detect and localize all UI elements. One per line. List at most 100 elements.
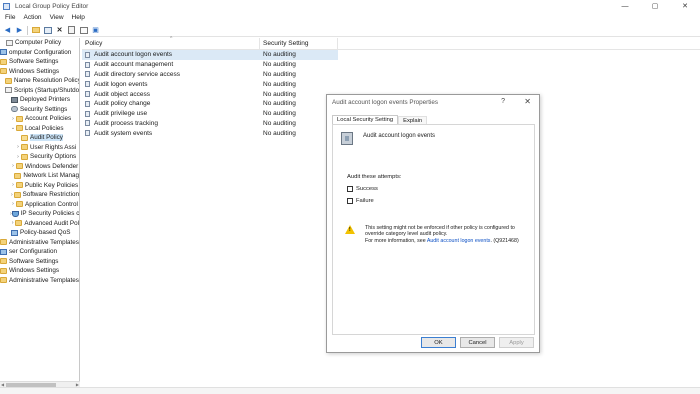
tree-item-label: Public Key Policies [25, 181, 79, 189]
tree-item[interactable]: Policy-based QoS [0, 228, 79, 238]
tree-item[interactable]: Name Resolution Policy [0, 76, 79, 86]
folder-icon [5, 77, 12, 84]
success-checkbox-row[interactable]: Success [347, 186, 378, 192]
properties-icon[interactable] [67, 26, 76, 35]
failure-checkbox-row[interactable]: Failure [347, 198, 374, 204]
column-header-security-setting[interactable]: Security Setting [260, 37, 338, 50]
policy-icon [85, 110, 90, 117]
folder-icon [15, 220, 23, 227]
folder-icon [21, 144, 28, 151]
show-hide-tree-icon[interactable] [43, 26, 52, 35]
up-folder-icon[interactable] [31, 26, 40, 35]
tree-item-label: Software Restriction [22, 191, 79, 199]
tree-item[interactable]: ser Configuration [0, 247, 79, 257]
folder-icon [0, 68, 7, 75]
tree-item[interactable]: › User Rights Assi [0, 143, 79, 153]
dialog-close-button[interactable]: ✕ [524, 97, 531, 106]
cancel-button[interactable]: Cancel [460, 337, 495, 348]
tree-item[interactable]: › Account Policies [0, 114, 79, 124]
properties-dialog: Audit account logon events Properties ? … [326, 94, 540, 353]
back-arrow-icon[interactable]: ◀ [3, 26, 12, 35]
tree-item[interactable]: Software Settings [0, 257, 79, 267]
menu-action[interactable]: Action [23, 14, 41, 21]
tree-item-label: Policy-based QoS [20, 229, 71, 237]
tree-item-label: Application Control [25, 200, 78, 208]
doc-icon [5, 87, 12, 94]
policy-icon [85, 120, 90, 127]
tree-item[interactable]: Windows Settings [0, 67, 79, 77]
printer-icon [11, 96, 18, 103]
policy-name-cell: Audit policy change [94, 100, 151, 108]
folder-icon [16, 201, 23, 208]
folder-icon [0, 267, 7, 274]
folder-icon [21, 153, 28, 160]
tree-item[interactable]: Windows Settings [0, 266, 79, 276]
gpedit-app-icon [3, 2, 10, 10]
security-setting-cell: No auditing [263, 51, 296, 59]
close-button[interactable]: ✕ [670, 0, 700, 12]
policy-row[interactable]: Audit logon events No auditing [82, 79, 700, 89]
tree-item[interactable]: › Advanced Audit Pol [0, 219, 79, 229]
tree-item[interactable]: › Windows Defender [0, 162, 79, 172]
tree-item[interactable]: Administrative Templates [0, 276, 79, 286]
folder-icon [16, 163, 23, 170]
success-checkbox[interactable] [347, 186, 353, 192]
ok-button[interactable]: OK [421, 337, 456, 348]
tree-item-label: User Rights Assi [30, 143, 77, 151]
failure-checkbox[interactable] [347, 198, 353, 204]
console-tree: Computer Policy omputer Configuration Soft… [0, 38, 80, 381]
maximize-button[interactable]: ▢ [640, 0, 670, 12]
export-list-icon[interactable] [79, 26, 88, 35]
tree-item-label: Audit Policy [30, 134, 63, 142]
help-icon[interactable]: ▣ [91, 26, 100, 35]
column-header-policy[interactable]: Policy ^ [82, 36, 260, 50]
list-header: Policy ^ Security Setting [82, 36, 700, 50]
dialog-help-button[interactable]: ? [501, 98, 505, 105]
policy-row[interactable]: Audit account management No auditing [82, 60, 700, 70]
forward-arrow-icon[interactable]: ▶ [15, 26, 24, 35]
tree-item[interactable]: › Application Control [0, 200, 79, 210]
tree-item-label: IP Security Policies c [20, 210, 80, 218]
tree-item-label: Software Settings [9, 257, 59, 265]
warning-icon: ! [345, 225, 355, 234]
folder-icon [16, 115, 23, 122]
pc-icon [0, 248, 7, 255]
menu-help[interactable]: Help [72, 14, 85, 21]
title-bar: Local Group Policy Editor — ▢ ✕ [0, 0, 700, 12]
menu-file[interactable]: File [5, 14, 15, 21]
security-setting-cell: No auditing [263, 70, 296, 78]
policy-icon [85, 51, 90, 58]
policy-row[interactable]: Audit account logon events No auditing [82, 50, 338, 60]
tree-item[interactable]: › Public Key Policies [0, 181, 79, 191]
tab-local-security-setting[interactable]: Local Security Setting [332, 115, 399, 124]
tree-item[interactable]: Network List Manag [0, 171, 79, 181]
tree-item-label: Software Settings [9, 58, 59, 66]
tree-item[interactable]: › IP Security Policies c [0, 209, 79, 219]
policy-row[interactable]: Audit directory service access No auditin… [82, 70, 700, 80]
policy-name-cell: Audit logon events [94, 80, 148, 88]
menu-view[interactable]: View [50, 14, 64, 21]
tree-item[interactable]: Computer Policy [0, 38, 79, 48]
apply-button[interactable]: Apply [499, 337, 534, 348]
tree-item-label: Windows Settings [9, 67, 60, 75]
tree-item[interactable]: omputer Configuration [0, 48, 79, 58]
policy-name-cell: Audit account logon events [94, 51, 173, 59]
folder-icon [0, 277, 7, 284]
delete-icon[interactable]: ✕ [55, 26, 64, 35]
tree-item[interactable]: Software Settings [0, 57, 79, 67]
tree-item[interactable]: ⌄ Local Policies [0, 124, 79, 134]
tree-item-label: Windows Settings [9, 267, 60, 275]
policy-name-cell: Audit privilege use [94, 110, 148, 118]
tree-item[interactable]: Scripts (Startup/Shutdo [0, 86, 79, 96]
pc-icon [11, 229, 18, 236]
tree-item[interactable]: Deployed Printers [0, 95, 79, 105]
tree-item[interactable]: Audit Policy [0, 133, 79, 143]
tree-item[interactable]: Security Settings [0, 105, 79, 115]
window-title: Local Group Policy Editor [15, 2, 89, 10]
tree-item[interactable]: › Software Restriction [0, 190, 79, 200]
minimize-button[interactable]: — [610, 0, 640, 12]
tree-item[interactable]: › Security Options [0, 152, 79, 162]
tree-item[interactable]: Administrative Templates [0, 238, 79, 248]
tree-item-label: Scripts (Startup/Shutdo [14, 86, 80, 94]
more-info-link[interactable]: Audit account logon events [427, 238, 491, 244]
